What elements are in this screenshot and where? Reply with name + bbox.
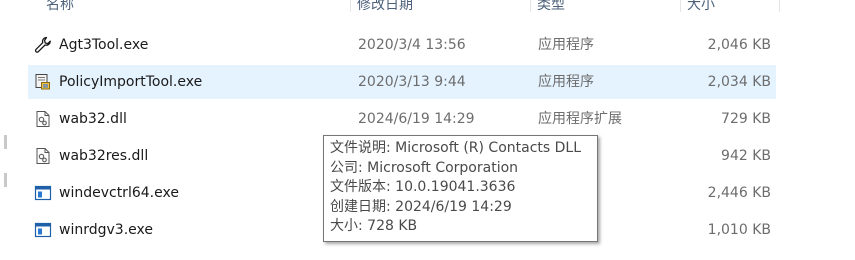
- file-date: 2020/3/13 9:44: [358, 74, 466, 90]
- nav-marker: [4, 135, 7, 149]
- column-divider[interactable]: [779, 0, 780, 12]
- file-date: 2020/3/4 13:56: [358, 37, 466, 53]
- nav-marker: [4, 173, 7, 187]
- file-row[interactable]: PolicyImportTool.exe 2020/3/13 9:44 应用程序…: [28, 65, 776, 99]
- navigation-pane-edge: [0, 0, 26, 260]
- file-type: 应用程序: [538, 74, 594, 90]
- exe-window-icon: [34, 222, 52, 238]
- file-name[interactable]: wab32res.dll: [59, 139, 148, 173]
- file-name[interactable]: wab32.dll: [59, 102, 127, 136]
- file-name[interactable]: windevctrl64.exe: [59, 176, 179, 210]
- file-size: 2,034 KB: [707, 74, 771, 90]
- wrench-tool-icon: [34, 36, 51, 53]
- column-header-name[interactable]: 名称: [40, 0, 350, 18]
- file-type: 应用程序: [538, 37, 594, 53]
- file-name[interactable]: PolicyImportTool.exe: [59, 65, 202, 99]
- file-size: 2,446 KB: [707, 185, 771, 201]
- column-header-date[interactable]: 修改日期: [351, 0, 529, 18]
- exe-window-icon: [34, 185, 52, 201]
- column-header-type[interactable]: 类型: [531, 0, 679, 18]
- column-header-bar: 名称 修改日期 类型 大小: [0, 0, 855, 18]
- column-header-size[interactable]: 大小: [681, 0, 779, 18]
- tooltip-company: 公司: Microsoft Corporation: [330, 159, 519, 176]
- file-size: 729 KB: [721, 111, 771, 127]
- file-size: 1,010 KB: [707, 222, 771, 238]
- file-row[interactable]: wab32.dll 2024/6/19 14:29 应用程序扩展 729 KB: [28, 102, 776, 136]
- tooltip-size: 大小: 728 KB: [330, 218, 418, 234]
- file-date: 2024/6/19 14:29: [358, 111, 475, 127]
- tooltip-description: 文件说明: Microsoft (R) Contacts DLL: [330, 140, 582, 156]
- tooltip-created: 创建日期: 2024/6/19 14:29: [330, 198, 512, 215]
- policy-tool-icon: [35, 74, 50, 90]
- file-name[interactable]: winrdgv3.exe: [59, 213, 153, 247]
- file-size: 2,046 KB: [707, 37, 771, 53]
- dll-file-icon: [36, 111, 50, 127]
- tooltip-version: 文件版本: 10.0.19041.3636: [330, 179, 516, 195]
- file-info-tooltip: 文件说明: Microsoft (R) Contacts DLL 公司: Mic…: [323, 135, 598, 242]
- file-type: 应用程序扩展: [538, 111, 622, 127]
- file-row[interactable]: Agt3Tool.exe 2020/3/4 13:56 应用程序 2,046 K…: [28, 28, 776, 62]
- dll-file-icon: [36, 148, 50, 164]
- file-name[interactable]: Agt3Tool.exe: [59, 28, 148, 62]
- file-size: 942 KB: [721, 148, 771, 164]
